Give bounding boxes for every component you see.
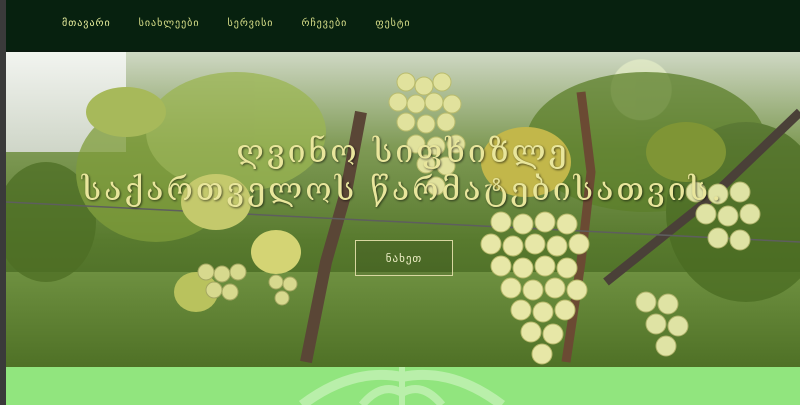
nav-menu: მთავარი სიახლეები სერვისი რჩევები ფესტი xyxy=(62,18,439,29)
top-navbar: მთავარი სიახლეები სერვისი რჩევები ფესტი xyxy=(6,0,800,52)
nav-item-tips[interactable]: რჩევები xyxy=(301,18,347,29)
hero-headline-line1: ღვინო სიფხიზლე xyxy=(236,132,570,170)
nav-item-home[interactable]: მთავარი xyxy=(62,18,111,29)
nav-item-fest[interactable]: ფესტი xyxy=(375,18,410,29)
web-page: მთავარი სიახლეები სერვისი რჩევები ფესტი xyxy=(6,0,800,405)
nav-item-news[interactable]: სიახლეები xyxy=(139,18,200,29)
wheat-emblem-icon xyxy=(298,367,506,405)
vineyard-image xyxy=(6,72,800,365)
hero-headline-line2: საქართველოს წარმატებისათვის. xyxy=(81,170,725,208)
hero-view-button[interactable]: ნახეთ xyxy=(355,240,453,276)
section-strip xyxy=(6,367,800,405)
hero-banner: ღვინო სიფხიზლე საქართველოს წარმატებისათვ… xyxy=(6,52,800,367)
nav-item-service[interactable]: სერვისი xyxy=(228,18,274,29)
